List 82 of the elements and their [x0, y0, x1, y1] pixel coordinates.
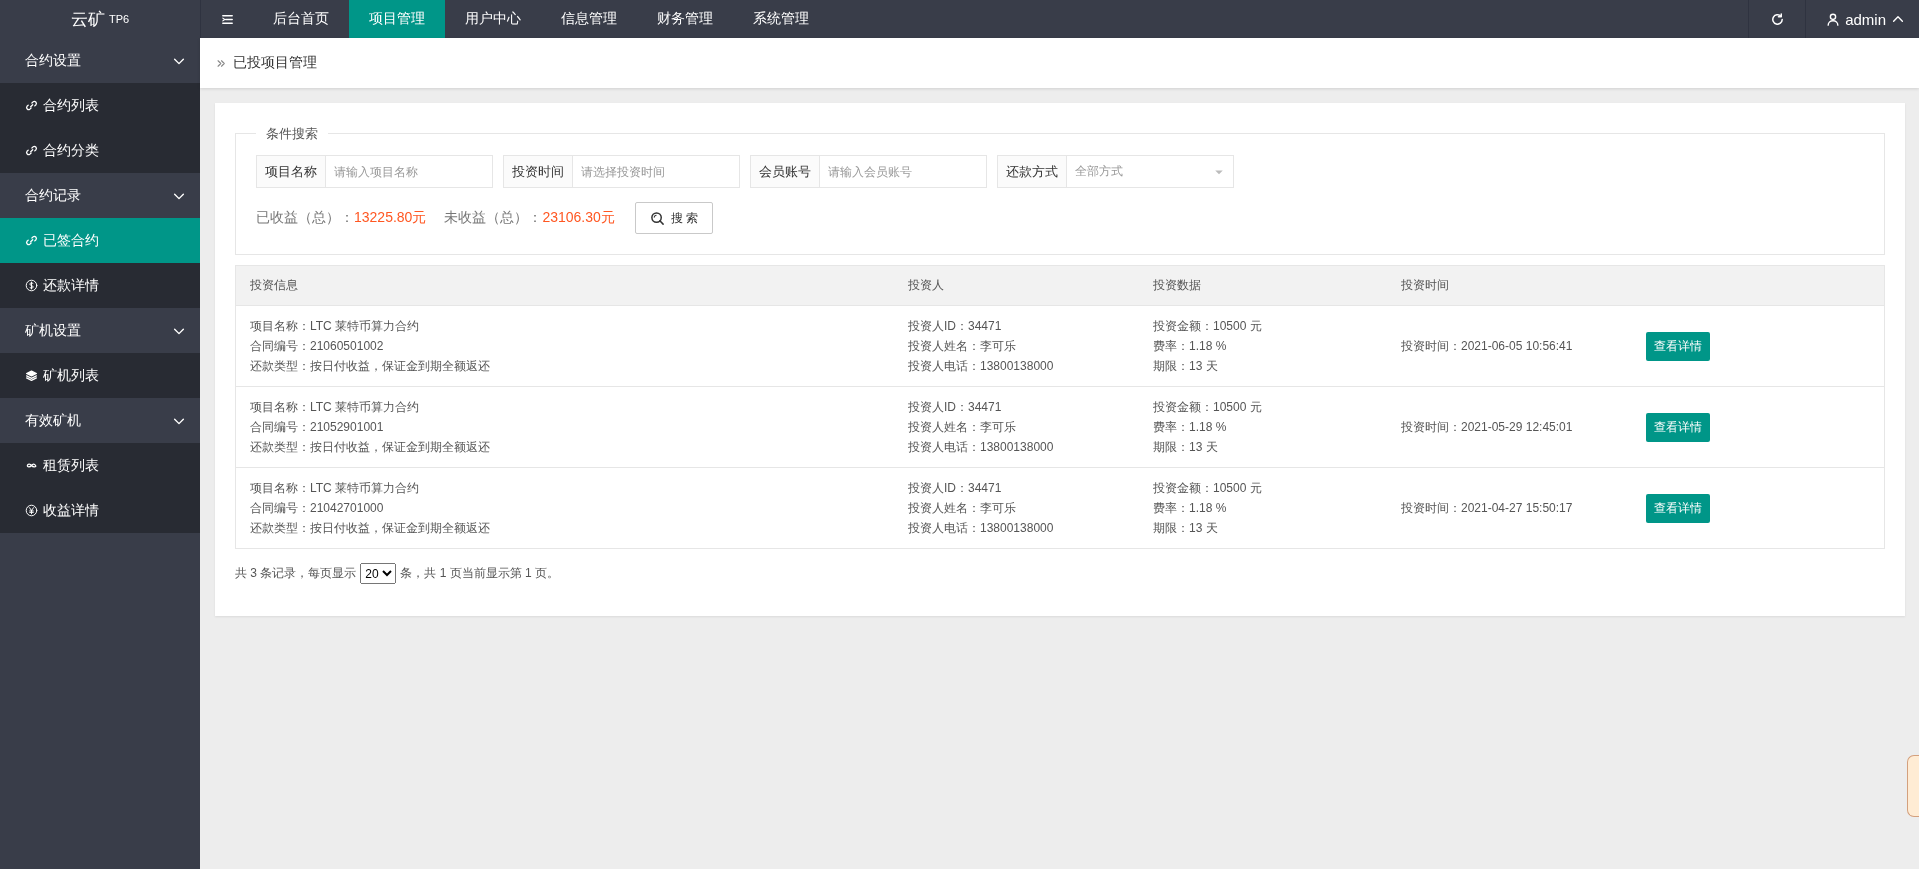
- sidebar-group[interactable]: 有效矿机: [0, 398, 200, 443]
- table-cell-text: 项目名称：LTC 莱特币算力合约: [250, 318, 421, 335]
- total-label: 已收益（总）：: [256, 209, 354, 227]
- sidebar-item[interactable]: 租赁列表: [0, 443, 200, 488]
- dollar-icon: [25, 279, 38, 292]
- table-cell-text: 投资人电话：13800138000: [908, 439, 1055, 456]
- table-cell-text: 投资人ID：34471: [908, 399, 1003, 416]
- link-icon: [25, 144, 38, 157]
- table-cell-text: 投资人电话：13800138000: [908, 520, 1055, 537]
- nav-tab[interactable]: 后台首页: [253, 0, 349, 38]
- panel-legend: 条件搜索: [256, 125, 328, 143]
- table-cell-text: 费率：1.18 %: [1153, 338, 1228, 355]
- layers-icon: [25, 369, 38, 382]
- input-field[interactable]: 请输入会员账号: [820, 155, 987, 188]
- table-cell-text: 合同编号：21052901001: [250, 419, 385, 436]
- view-details-button[interactable]: 查看详情: [1646, 412, 1710, 442]
- nav-tab[interactable]: 财务管理: [637, 0, 733, 38]
- column-header: 投资数据: [1152, 277, 1202, 294]
- user-icon: [1826, 12, 1841, 26]
- sidebar-item[interactable]: 矿机列表: [0, 353, 200, 398]
- table-cell-text: 合同编号：21042701000: [250, 500, 385, 517]
- field-label: 会员账号: [750, 155, 820, 188]
- table-cell-text: 还款类型：按日付收益，保证金到期全额返还: [250, 358, 491, 375]
- column-header: 投资信息: [249, 277, 299, 294]
- sidebar-group[interactable]: 矿机设置: [0, 308, 200, 353]
- sidebar-group[interactable]: 合约设置: [0, 38, 200, 83]
- table-cell-text: 费率：1.18 %: [1153, 419, 1228, 436]
- column-header: 投资时间: [1400, 277, 1450, 294]
- table-cell-text: 合同编号：21060501002: [250, 338, 385, 355]
- table-cell-text: 投资时间：2021-06-05 10:56:41: [1401, 338, 1574, 355]
- link-icon: [25, 99, 38, 112]
- sidebar-item[interactable]: 合约分类: [0, 128, 200, 173]
- table-cell-text: 投资金额：10500 元: [1153, 399, 1263, 416]
- sidebar-item[interactable]: 还款详情: [0, 263, 200, 308]
- breadcrumb: 已投项目管理: [233, 54, 317, 72]
- table-cell-text: 项目名称：LTC 莱特币算力合约: [250, 399, 421, 416]
- table-cell-text: 投资人姓名：李可乐: [908, 500, 1017, 517]
- table-cell-text: 投资时间：2021-05-29 12:45:01: [1401, 419, 1574, 436]
- table-cell-text: 还款类型：按日付收益，保证金到期全额返还: [250, 439, 491, 456]
- nav-tab[interactable]: 项目管理: [349, 0, 445, 38]
- nav-tab[interactable]: 系统管理: [733, 0, 829, 38]
- table-cell-text: 还款类型：按日付收益，保证金到期全额返还: [250, 520, 491, 537]
- field-label: 还款方式: [997, 155, 1067, 188]
- total-label: 未收益（总）：: [444, 209, 543, 227]
- page-size-select[interactable]: 20: [360, 563, 397, 584]
- search-icon: [649, 210, 665, 226]
- total-value: 13225.80元: [354, 209, 427, 227]
- sidebar-item[interactable]: 合约列表: [0, 83, 200, 128]
- refresh-icon: [1769, 11, 1785, 27]
- field-label: 投资时间: [503, 155, 573, 188]
- column-header: 投资人: [907, 277, 945, 294]
- table-cell-text: 投资人ID：34471: [908, 318, 1003, 335]
- user-menu[interactable]: admin: [1806, 0, 1919, 38]
- table-cell-text: 投资人ID：34471: [908, 480, 1003, 497]
- table-cell-text: 投资人电话：13800138000: [908, 358, 1055, 375]
- yen-icon: [25, 504, 38, 517]
- total-value: 23106.30元: [542, 209, 615, 227]
- table-cell-text: 期限：13 天: [1153, 520, 1219, 537]
- table-cell-text: 期限：13 天: [1153, 439, 1219, 456]
- input-field[interactable]: 请输入项目名称: [326, 155, 493, 188]
- sidebar-item[interactable]: 已签合约: [0, 218, 200, 263]
- sidebar-item[interactable]: 收益详情: [0, 488, 200, 533]
- input-field[interactable]: 请选择投资时间: [573, 155, 740, 188]
- table-cell-text: 费率：1.18 %: [1153, 500, 1228, 517]
- table-cell-text: 期限：13 天: [1153, 358, 1219, 375]
- pagination-text: 条，共 1 页当前显示第 1 页。: [400, 565, 560, 582]
- field-label: 项目名称: [256, 155, 326, 188]
- pagination-text: 共 3 条记录，每页显示: [235, 565, 357, 582]
- view-details-button[interactable]: 查看详情: [1646, 493, 1710, 523]
- table-cell-text: 项目名称：LTC 莱特币算力合约: [250, 480, 421, 497]
- double-chevron-icon: [216, 57, 227, 69]
- nav-tab[interactable]: 信息管理: [541, 0, 637, 38]
- search-button[interactable]: 搜 索: [634, 202, 714, 234]
- table-cell-text: 投资时间：2021-04-27 15:50:17: [1401, 500, 1574, 517]
- table-cell-text: 投资人姓名：李可乐: [908, 419, 1017, 436]
- table-cell-text: 投资人姓名：李可乐: [908, 338, 1017, 355]
- link-icon: [25, 234, 38, 247]
- table-cell-text: 投资金额：10500 元: [1153, 480, 1263, 497]
- view-details-button[interactable]: 查看详情: [1646, 331, 1710, 361]
- nav-tab[interactable]: 用户中心: [445, 0, 541, 38]
- table-cell-text: 投资金额：10500 元: [1153, 318, 1263, 335]
- sidebar-group[interactable]: 合约记录: [0, 173, 200, 218]
